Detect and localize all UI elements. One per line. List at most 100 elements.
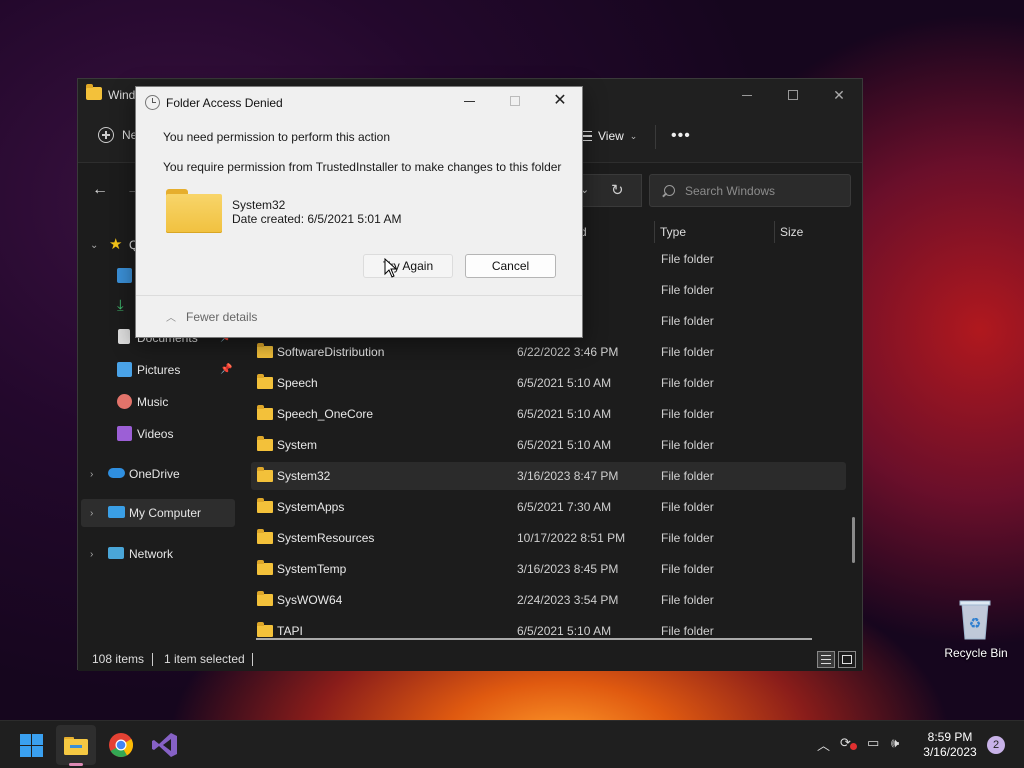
divider [655, 125, 656, 149]
more-options-button[interactable]: ••• [671, 127, 691, 145]
close-button[interactable]: ✕ [816, 79, 862, 111]
dialog-close-button[interactable]: ✕ [552, 93, 568, 109]
vertical-scrollbar[interactable] [852, 517, 855, 563]
pin-icon[interactable]: 📌 [220, 364, 232, 375]
visual-studio-icon [152, 733, 177, 757]
sidebar-item-videos[interactable]: Videos [78, 420, 236, 448]
file-row[interactable]: Speech 6/5/2021 5:10 AM File folder [251, 369, 846, 397]
dialog-detail-message: You require permission from TrustedInsta… [163, 160, 562, 174]
file-type: File folder [661, 407, 714, 421]
details-view-icon [821, 655, 831, 664]
documents-icon [118, 329, 130, 344]
file-name: TAPI [277, 624, 303, 638]
chevron-up-icon[interactable]: ︿ [817, 735, 830, 754]
dialog-maximize-button[interactable] [508, 93, 524, 109]
column-divider[interactable] [654, 221, 655, 243]
file-type: File folder [661, 345, 714, 359]
clock-time: 8:59 PM [927, 730, 973, 744]
file-date-modified: 3/16/2023 8:47 PM [517, 469, 619, 483]
view-button[interactable]: View ⌄ [580, 129, 637, 143]
sidebar-item-network[interactable]: › Network [78, 540, 236, 568]
notification-badge[interactable]: 2 [987, 736, 1005, 754]
tiles-view-button[interactable] [838, 651, 856, 668]
file-name: System [277, 438, 318, 452]
file-row[interactable]: SystemResources 10/17/2022 8:51 PM File fo… [251, 524, 846, 552]
volume-icon[interactable]: 🕪 [891, 735, 899, 751]
close-icon: ✕ [553, 92, 567, 109]
chevron-right-icon[interactable]: › [90, 508, 93, 519]
sidebar-item-my-computer[interactable]: › My Computer [81, 499, 235, 527]
maximize-icon [510, 96, 520, 106]
column-header-size[interactable]: Size [780, 225, 803, 239]
details-view-button[interactable] [817, 651, 835, 668]
column-divider[interactable] [774, 221, 775, 243]
search-icon [664, 185, 675, 196]
file-row[interactable]: SystemTemp 3/16/2023 8:45 PM File folder [251, 555, 846, 583]
file-explorer-taskbar-button[interactable] [62, 731, 90, 759]
file-row[interactable]: SoftwareDistribution 6/22/2022 3:46 PM Fil… [251, 338, 846, 366]
music-icon [117, 394, 132, 409]
horizontal-scrollbar[interactable] [256, 638, 812, 640]
fewer-details-link[interactable]: Fewer details [186, 310, 257, 324]
file-name: Speech_OneCore [277, 407, 374, 421]
chevron-up-icon[interactable]: ︿ [166, 309, 176, 324]
chrome-icon [109, 733, 134, 758]
visual-studio-taskbar-button[interactable] [151, 731, 179, 759]
recycle-bin-shortcut[interactable]: ♻ Recycle Bin [940, 596, 1012, 666]
system-clock[interactable]: 8:59 PM 3/16/2023 [916, 730, 984, 760]
file-date-modified: 6/5/2021 5:10 AM [517, 624, 612, 638]
selection-count: 1 item selected [164, 652, 245, 666]
chevron-down-icon: ⌄ [629, 130, 638, 141]
start-button[interactable] [18, 731, 46, 759]
folder-icon [257, 529, 273, 544]
cloud-icon [108, 468, 125, 478]
column-header-type[interactable]: Type [660, 225, 686, 239]
file-type: File folder [661, 283, 714, 297]
folder-icon [257, 467, 273, 482]
sidebar-item-label: OneDrive [129, 467, 180, 481]
file-row[interactable]: TAPI 6/5/2021 5:10 AM File folder [251, 617, 846, 645]
try-again-button[interactable]: Try Again [363, 254, 453, 278]
cancel-button[interactable]: Cancel [465, 254, 556, 278]
file-row[interactable]: Speech_OneCore 6/5/2021 5:10 AM File folde… [251, 400, 846, 428]
file-type: File folder [661, 252, 714, 266]
sync-icon[interactable]: ⟳ [840, 735, 857, 751]
recycle-bin-icon: ♻ [959, 600, 991, 640]
plus-icon [98, 127, 114, 143]
network-icon[interactable]: ▭ [867, 735, 879, 751]
chevron-right-icon[interactable]: › [90, 549, 93, 560]
chevron-down-icon[interactable]: ⌄ [90, 240, 98, 251]
sidebar-item-label: Videos [137, 427, 174, 441]
file-type: File folder [661, 593, 714, 607]
file-date-modified: 6/22/2022 3:46 PM [517, 345, 619, 359]
file-row[interactable]: System32 3/16/2023 8:47 PM File folder [251, 462, 846, 490]
file-type: File folder [661, 531, 714, 545]
maximize-button[interactable] [770, 79, 816, 111]
file-row[interactable]: System 6/5/2021 5:10 AM File folder [251, 431, 846, 459]
file-row[interactable]: SystemApps 6/5/2021 7:30 AM File folder [251, 493, 846, 521]
refresh-icon[interactable]: ↻ [611, 181, 624, 199]
dialog-minimize-button[interactable] [462, 93, 478, 109]
sidebar-item-label: Music [137, 395, 169, 409]
sidebar-item-onedrive[interactable]: › OneDrive [78, 460, 236, 488]
file-row[interactable]: SysWOW64 2/24/2023 3:54 PM File folder [251, 586, 846, 614]
minimize-icon [742, 94, 752, 96]
chevron-right-icon[interactable]: › [90, 469, 93, 480]
minimize-button[interactable] [724, 79, 770, 111]
file-name: SoftwareDistribution [277, 345, 385, 359]
file-type: File folder [661, 500, 714, 514]
item-count: 108 items [92, 652, 145, 666]
file-date-modified: 6/5/2021 5:10 AM [517, 438, 612, 452]
file-date-modified: 10/17/2022 8:51 PM [517, 531, 626, 545]
chrome-taskbar-button[interactable] [107, 731, 135, 759]
file-date-modified: 2/24/2023 3:54 PM [517, 593, 619, 607]
sidebar-item-pictures[interactable]: Pictures 📌 [78, 356, 236, 384]
sidebar-item-label: Pictures [137, 363, 181, 377]
folder-icon [257, 343, 273, 358]
back-arrow-icon[interactable]: ← [92, 181, 108, 199]
new-button[interactable]: Ne [98, 127, 137, 143]
search-input[interactable]: Search Windows [649, 174, 851, 207]
computer-icon [108, 506, 125, 518]
windows-logo-icon [20, 734, 31, 745]
sidebar-item-music[interactable]: Music [78, 388, 236, 416]
